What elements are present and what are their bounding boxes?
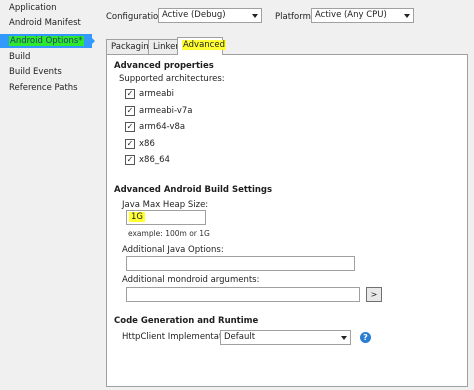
armeabi-checkbox[interactable]: ✓: [125, 89, 135, 99]
arm64-v8a-label: arm64-v8a: [139, 122, 186, 132]
armeabi-label: armeabi: [139, 89, 175, 99]
selection-pointer: [88, 34, 95, 48]
advanced-panel: Advanced properties Supported architectu…: [106, 54, 468, 387]
mondroid-arguments-input[interactable]: [126, 287, 360, 302]
chevron-down-icon: [341, 336, 347, 340]
armeabi-v7a-label: armeabi-v7a: [139, 106, 193, 116]
heap-size-example: example: 100m or 1G: [128, 229, 210, 238]
java-options-label: Additional Java Options:: [122, 245, 224, 255]
sidebar-item-android-options[interactable]: Android Options*: [0, 34, 92, 48]
sidebar-item-build[interactable]: Build: [9, 50, 30, 64]
heap-size-label: Java Max Heap Size:: [122, 200, 209, 210]
sidebar-item-android-manifest[interactable]: Android Manifest: [9, 16, 81, 30]
tab-linker[interactable]: Linker: [148, 39, 180, 54]
x86-64-label: x86_64: [139, 155, 170, 165]
chevron-down-icon: [252, 14, 258, 18]
tab-advanced-label: Advanced: [182, 40, 226, 50]
platform-value: Active (Any CPU): [315, 10, 387, 20]
sidebar: Application Android Manifest Android Opt…: [0, 0, 100, 390]
mondroid-arguments-label: Additional mondroid arguments:: [122, 275, 260, 285]
httpclient-select[interactable]: Default: [220, 330, 351, 345]
httpclient-value: Default: [224, 332, 256, 342]
arm64-v8a-checkbox[interactable]: ✓: [125, 122, 135, 132]
java-options-input[interactable]: [126, 256, 355, 271]
code-generation-heading: Code Generation and Runtime: [114, 316, 259, 326]
platform-select[interactable]: Active (Any CPU): [311, 8, 414, 23]
sidebar-item-build-events[interactable]: Build Events: [9, 65, 62, 79]
tab-packaging[interactable]: Packaging: [106, 39, 154, 54]
configuration-select[interactable]: Active (Debug): [158, 8, 262, 23]
advanced-properties-heading: Advanced properties: [114, 61, 214, 71]
armeabi-v7a-checkbox[interactable]: ✓: [125, 106, 135, 116]
heap-size-value: 1G: [129, 212, 145, 222]
help-icon[interactable]: ?: [360, 332, 371, 343]
httpclient-label: HttpClient Implementation: [122, 332, 236, 342]
x86-64-checkbox[interactable]: ✓: [125, 155, 135, 165]
tab-advanced[interactable]: Advanced: [177, 37, 226, 55]
sidebar-item-label: Android Options*: [9, 36, 84, 46]
supported-architectures-label: Supported architectures:: [119, 74, 225, 84]
x86-label: x86: [139, 139, 155, 149]
heap-size-input[interactable]: 1G: [126, 210, 206, 225]
sidebar-item-application[interactable]: Application: [9, 1, 57, 15]
configuration-value: Active (Debug): [162, 10, 226, 20]
advanced-build-settings-heading: Advanced Android Build Settings: [114, 185, 273, 195]
sidebar-item-reference-paths[interactable]: Reference Paths: [9, 81, 78, 95]
x86-checkbox[interactable]: ✓: [125, 139, 135, 149]
chevron-down-icon: [404, 14, 410, 18]
platform-label: Platform:: [275, 12, 314, 22]
mondroid-arguments-button[interactable]: >: [366, 287, 382, 302]
